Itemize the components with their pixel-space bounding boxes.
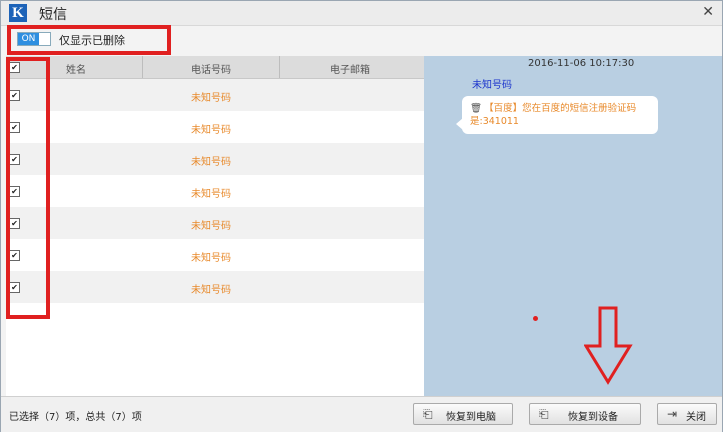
message-contact: 未知号码 <box>472 80 512 91</box>
table-row[interactable]: ✔ 未知号码 <box>6 143 424 175</box>
column-header-phone: 电话号码 <box>191 65 231 76</box>
restore-pc-label: 恢复到电脑 <box>446 412 496 423</box>
message-bubble: 🗑 【百度】您在百度的短信注册验证码是:341011 <box>462 96 658 134</box>
title-bar: K 短信 ✕ <box>1 1 722 26</box>
exit-icon: ⇥ <box>667 407 678 421</box>
message-text: 【百度】您在百度的短信注册验证码是:341011 <box>470 103 637 127</box>
column-header-email: 电子邮箱 <box>330 65 370 76</box>
app-logo-icon: K <box>9 4 27 22</box>
phone-cell: 未知号码 <box>191 221 231 232</box>
table-row[interactable]: ✔ 未知号码 <box>6 175 424 207</box>
table-row[interactable]: ✔ 未知号码 <box>6 207 424 239</box>
sms-window: K 短信 ✕ ON 仅显示已删除 ⌕ 搜索 ✔ 姓名 电话号码 电子邮箱 ✔ 未… <box>0 0 723 432</box>
message-text-wrap: 🗑 【百度】您在百度的短信注册验证码是:341011 <box>470 102 654 128</box>
red-dot-marker <box>533 316 538 321</box>
close-icon[interactable]: ✕ <box>702 4 714 20</box>
table-row[interactable]: ✔ 未知号码 <box>6 79 424 111</box>
sms-table: ✔ 姓名 电话号码 电子邮箱 ✔ 未知号码 ✔ 未知号码 ✔ 未知号码 ✔ 未知… <box>6 56 424 396</box>
selection-status: 已选择（7）项，总共（7）项 <box>9 412 142 423</box>
table-header: ✔ 姓名 电话号码 电子邮箱 <box>6 56 424 79</box>
close-button[interactable]: ⇥ 关闭 <box>657 403 717 425</box>
message-timestamp: 2016-11-06 10:17:30 <box>528 58 635 69</box>
phone-cell: 未知号码 <box>191 253 231 264</box>
trash-icon: 🗑 <box>470 103 483 114</box>
highlight-checkbox-column <box>6 57 50 319</box>
restore-to-pc-button[interactable]: ⎗ 恢复到电脑 <box>413 403 513 425</box>
status-bar: 已选择（7）项，总共（7）项 ⎗ 恢复到电脑 ⎗ 恢复到设备 ⇥ 关闭 <box>1 396 722 432</box>
down-arrow-annotation <box>584 306 633 385</box>
window-title: 短信 <box>39 7 67 23</box>
phone-cell: 未知号码 <box>191 189 231 200</box>
restore-device-label: 恢复到设备 <box>568 412 618 423</box>
restore-to-device-button[interactable]: ⎗ 恢复到设备 <box>529 403 641 425</box>
phone-cell: 未知号码 <box>191 93 231 104</box>
column-divider <box>142 56 143 78</box>
table-row[interactable]: ✔ 未知号码 <box>6 271 424 303</box>
column-divider <box>279 56 280 78</box>
highlight-toggle-box <box>7 25 171 55</box>
column-header-name: 姓名 <box>66 65 86 76</box>
message-panel: 2016-11-06 10:17:30 未知号码 🗑 【百度】您在百度的短信注册验… <box>424 56 722 396</box>
close-label: 关闭 <box>686 412 706 423</box>
table-row[interactable]: ✔ 未知号码 <box>6 239 424 271</box>
table-row[interactable]: ✔ 未知号码 <box>6 111 424 143</box>
restore-device-icon: ⎗ <box>539 407 549 421</box>
phone-cell: 未知号码 <box>191 157 231 168</box>
phone-cell: 未知号码 <box>191 125 231 136</box>
restore-pc-icon: ⎗ <box>423 407 433 421</box>
phone-cell: 未知号码 <box>191 285 231 296</box>
